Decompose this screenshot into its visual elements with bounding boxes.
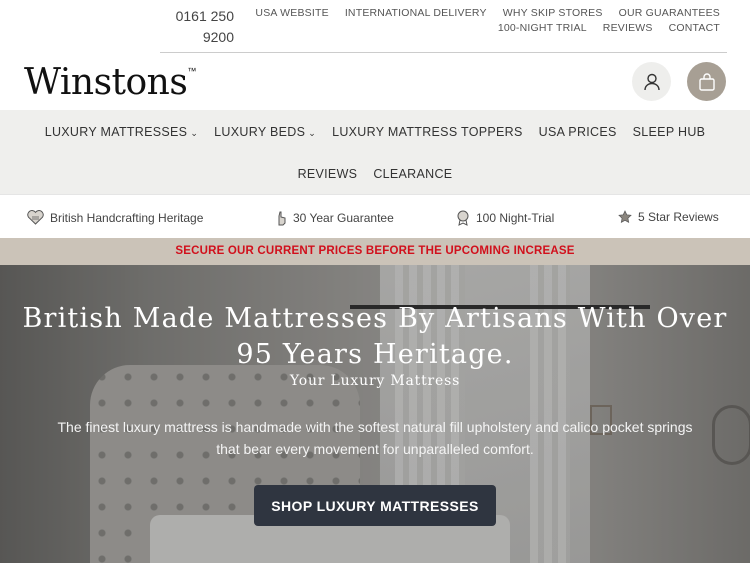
usp-label: 5 Star Reviews [638, 210, 719, 224]
hero-title: British Made Mattresses By Artisans With… [22, 303, 728, 370]
hero-banner: British Made Mattresses By Artisans With… [0, 265, 750, 563]
usp-label: 100 Night-Trial [476, 211, 555, 225]
why-skip-stores-link[interactable]: WHY SKIP STORES [503, 6, 603, 21]
shopping-bag-icon [698, 72, 715, 91]
main-navigation: LUXURY MATTRESSES ⌄ LUXURY BEDS ⌄ LUXURY M… [0, 110, 750, 194]
phone-number-link[interactable]: 0161 250 9200 [160, 6, 234, 48]
usa-website-link[interactable]: USA WEBSITE [255, 6, 328, 21]
nav-label: LUXURY MATTRESSES [44, 125, 188, 139]
utility-bar: 0161 250 9200 USA WEBSITE INTERNATIONAL … [0, 0, 750, 52]
logo-trademark: ™ [187, 66, 196, 76]
cart-button[interactable] [687, 62, 726, 101]
nav-mattress-toppers[interactable]: LUXURY MATTRESS TOPPERS [332, 125, 523, 139]
nav-sleep-hub[interactable]: SLEEP HUB [633, 125, 706, 139]
night-trial-link[interactable]: 100-NIGHT TRIAL [498, 21, 587, 36]
contact-link[interactable]: CONTACT [669, 21, 720, 36]
heart-icon [27, 210, 44, 225]
our-guarantees-link[interactable]: OUR GUARANTEES [619, 6, 720, 21]
hero-subtitle: Your Luxury Mattress [289, 373, 461, 389]
usp-label: British Handcrafting Heritage [50, 210, 204, 225]
badge-icon [457, 210, 469, 226]
star-icon [618, 210, 632, 223]
nav-luxury-mattresses[interactable]: LUXURY MATTRESSES ⌄ [45, 125, 198, 139]
usp-night-trial: 100 Night-Trial [456, 210, 554, 226]
usp-reviews: 5 Star Reviews [618, 210, 719, 224]
top-links: USA WEBSITE INTERNATIONAL DELIVERY WHY S… [255, 6, 720, 36]
hand-icon [278, 211, 286, 226]
usp-label: 30 Year Guarantee [293, 211, 394, 225]
nav-clearance[interactable]: CLEARANCE [373, 167, 452, 181]
user-icon [643, 73, 660, 90]
header-divider [160, 52, 727, 53]
nav-usa-prices[interactable]: USA PRICES [539, 125, 617, 139]
hero-description: The finest luxury mattress is handmade w… [57, 419, 693, 457]
chevron-down-icon: ⌄ [190, 128, 199, 138]
usp-bar: British Handcrafting Heritage 30 Year Gu… [0, 194, 750, 238]
reviews-link[interactable]: REVIEWS [603, 21, 653, 36]
nav-reviews[interactable]: REVIEWS [298, 167, 358, 181]
site-logo[interactable]: Winstons™ [24, 62, 196, 103]
account-button[interactable] [632, 62, 671, 101]
logo-text: Winstons [24, 62, 188, 103]
nav-luxury-beds[interactable]: LUXURY BEDS ⌄ [214, 125, 316, 139]
international-delivery-link[interactable]: INTERNATIONAL DELIVERY [345, 6, 487, 21]
nav-label: LUXURY BEDS [214, 125, 306, 139]
shop-luxury-mattresses-button[interactable]: SHOP LUXURY MATTRESSES [254, 485, 496, 526]
chevron-down-icon: ⌄ [308, 128, 317, 138]
usp-guarantee: 30 Year Guarantee [275, 210, 394, 226]
usp-heritage: British Handcrafting Heritage [27, 210, 203, 225]
promo-banner[interactable]: SECURE OUR CURRENT PRICES BEFORE THE UPC… [0, 238, 750, 265]
